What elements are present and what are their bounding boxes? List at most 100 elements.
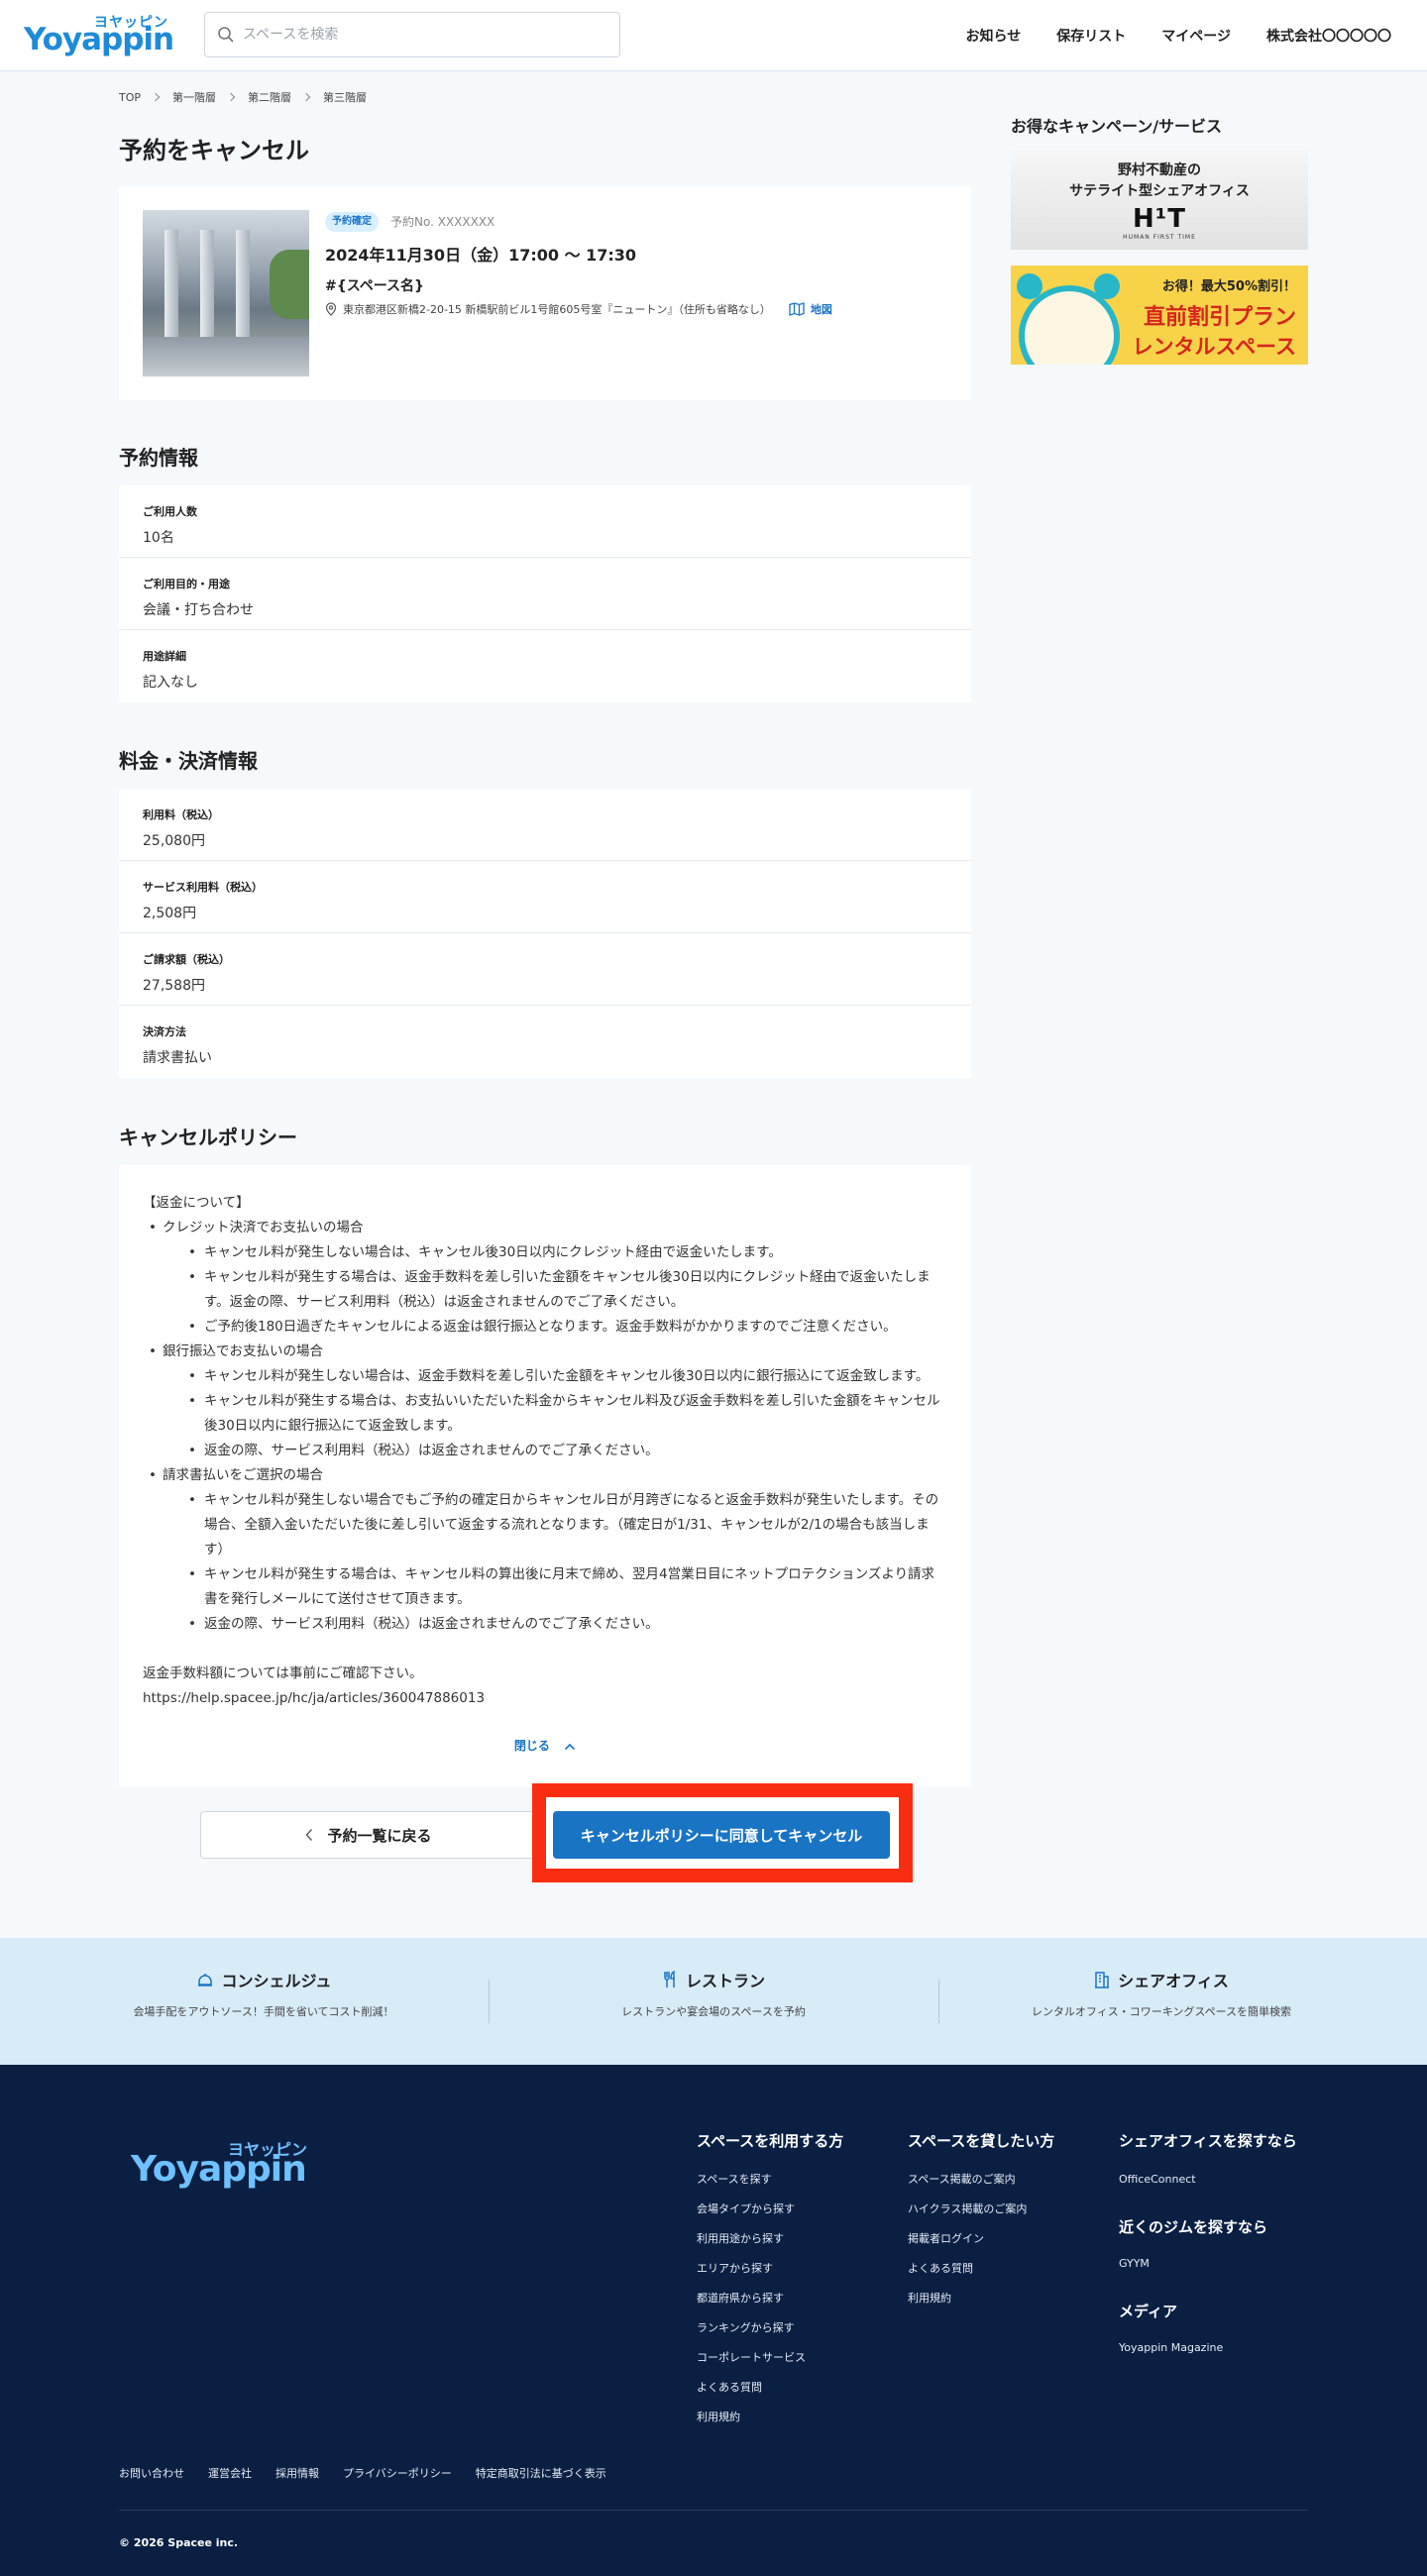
divider: [489, 1980, 490, 2023]
chevron-left-icon: [305, 1828, 313, 1842]
address-text: 東京都港区新橋2-20-15 新橋駅前ビル1号館605号室『ニュートン』（住所も…: [343, 303, 771, 316]
policy-item: 返金の際、サービス利用料（税込）は返金されませんのでご了承ください。: [182, 1612, 947, 1637]
row-value: 27,588円: [143, 978, 205, 994]
info-row: サービス利用料（税込） 2,508円: [119, 861, 971, 933]
nav-company[interactable]: 株式会社〇〇〇〇〇: [1266, 26, 1391, 46]
row-value: 会議・打ち合わせ: [143, 602, 254, 618]
footer-link[interactable]: 採用情報: [275, 2465, 319, 2481]
footer-link[interactable]: プライバシーポリシー: [343, 2465, 452, 2481]
map-icon: [789, 302, 805, 316]
breadcrumb-item[interactable]: 第二階層: [248, 89, 291, 105]
policy-help-url[interactable]: https://help.spacee.jp/hc/ja/articles/36…: [143, 1686, 947, 1711]
footer-logo[interactable]: ヨヤッピン Yoyappin: [131, 2136, 307, 2198]
service-subtitle: レストランや宴会場のスペースを予約: [621, 2005, 806, 2018]
row-value: 25,080円: [143, 833, 205, 849]
policy-list: クレジット決済でお支払いの場合 キャンセル料が発生しない場合は、キャンセル後30…: [143, 1216, 947, 1637]
policy-item: キャンセル料が発生する場合は、返金手数料を差し引いた金額をキャンセル後30日以内…: [182, 1265, 947, 1315]
banner-text: 野村不動産の サテライト型シェアオフィス: [1011, 161, 1308, 202]
nav-saved-list[interactable]: 保存リスト: [1056, 26, 1126, 46]
service-subtitle: 会場手配をアウトソース！手間を省いてコスト削減！: [133, 2005, 394, 2018]
policy-heading: 【返金について】: [143, 1195, 250, 1211]
policy-item: キャンセル料が発生しない場合は、返金手数料を差し引いた金額をキャンセル後30日以…: [182, 1364, 947, 1389]
search-box[interactable]: [204, 12, 620, 57]
footer-link[interactable]: OfficeConnect: [1119, 2165, 1297, 2195]
policy-item: キャンセル料が発生しない場合は、キャンセル後30日以内にクレジット経由で返金いた…: [182, 1240, 947, 1265]
concierge-icon: [197, 1974, 212, 1986]
footer-link[interactable]: ハイクラス掲載のご案内: [908, 2195, 1054, 2224]
footer-link[interactable]: 掲載者ログイン: [908, 2224, 1054, 2254]
footer-link[interactable]: よくある質問: [908, 2254, 1054, 2284]
footer-col-title: メディア: [1119, 2303, 1177, 2320]
nav-mypage[interactable]: マイページ: [1161, 26, 1231, 46]
space-name[interactable]: #{スペース名}: [325, 275, 424, 295]
row-value: 10名: [143, 530, 174, 546]
row-label: ご利用人数: [143, 505, 197, 518]
copyright: © 2026 Spacee inc.: [119, 2536, 239, 2549]
footer-divider: [119, 2510, 1308, 2511]
breadcrumb-item[interactable]: 第一階層: [172, 89, 216, 105]
info-row: ご請求額（税込） 27,588円: [119, 933, 971, 1006]
site-header: ヨヤッピン Yoyappin お知らせ 保存リスト マイページ 株式会社〇〇〇〇…: [0, 0, 1427, 71]
footer-bottom-links: お問い合わせ 運営会社 採用情報 プライバシーポリシー 特定商取引法に基づく表示: [119, 2465, 606, 2481]
footer-link[interactable]: 利用規約: [908, 2284, 1054, 2313]
reservation-info-list: ご利用人数 10名 ご利用目的・用途 会議・打ち合わせ 用途詳細 記入なし: [119, 485, 971, 702]
policy-section: クレジット決済でお支払いの場合 キャンセル料が発生しない場合は、キャンセル後30…: [143, 1216, 947, 1340]
page-title: 予約をキャンセル: [119, 137, 309, 164]
restaurant-icon: [664, 1971, 675, 1987]
breadcrumb-item[interactable]: TOP: [119, 91, 141, 104]
row-label: サービス利用料（税込）: [143, 881, 263, 894]
divider: [938, 1980, 939, 2023]
service-title: レストラン: [685, 1972, 765, 1990]
search-input[interactable]: [243, 23, 600, 47]
site-logo[interactable]: ヨヤッピン Yoyappin: [24, 12, 174, 57]
footer-col-hosts: スペースを貸したい方 スペース掲載のご案内 ハイクラス掲載のご案内 掲載者ログイ…: [908, 2130, 1054, 2313]
banner-brand: H¹T: [1133, 204, 1186, 234]
banner-subtext: HUMAN FIRST TIME: [1123, 234, 1196, 241]
share-office-banner[interactable]: 野村不動産の サテライト型シェアオフィス H¹T HUMAN FIRST TIME: [1011, 151, 1308, 250]
footer-link[interactable]: コーポレートサービス: [697, 2343, 843, 2373]
footer-link[interactable]: GYYM: [1119, 2249, 1297, 2279]
agree-and-cancel-button[interactable]: キャンセルポリシーに同意してキャンセル: [553, 1811, 890, 1859]
footer-link[interactable]: 運営会社: [208, 2465, 252, 2481]
reservation-datetime: 2024年11月30日（金）17:00 〜 17:30: [325, 246, 637, 265]
footer-link[interactable]: スペース掲載のご案内: [908, 2165, 1054, 2195]
thumbnail-detail: [270, 250, 309, 319]
search-icon: [218, 27, 234, 43]
policy-section-title: クレジット決済でお支払いの場合: [163, 1220, 364, 1235]
reservation-info-title: 予約情報: [119, 446, 198, 470]
footer-link[interactable]: 特定商取引法に基づく表示: [476, 2465, 606, 2481]
footer-col-other: シェアオフィスを探すなら OfficeConnect 近くのジムを探すなら GY…: [1119, 2130, 1297, 2363]
map-link[interactable]: 地図: [789, 301, 832, 317]
footer-link[interactable]: ランキングから探す: [697, 2313, 843, 2343]
space-thumbnail[interactable]: [143, 210, 309, 376]
footer-link[interactable]: 利用規約: [697, 2403, 843, 2432]
payment-info-list: 利用料（税込） 25,080円 サービス利用料（税込） 2,508円 ご請求額（税込…: [119, 789, 971, 1078]
back-to-list-button[interactable]: 予約一覧に戻る: [200, 1811, 537, 1859]
footer-link[interactable]: Yoyappin Magazine: [1119, 2333, 1297, 2363]
payment-info-title: 料金・決済情報: [119, 749, 258, 773]
close-policy-link[interactable]: 閉じる: [119, 1734, 971, 1759]
banner-line: レンタルスペース: [1132, 335, 1296, 359]
footer-link[interactable]: 都道府県から探す: [697, 2284, 843, 2313]
discount-plan-banner[interactable]: お得！最大50%割引！ 直前割引プラン レンタルスペース: [1011, 266, 1308, 365]
footer-link[interactable]: お問い合わせ: [119, 2465, 184, 2481]
service-restaurant[interactable]: レストラン レストランや宴会場のスペースを予約: [525, 1968, 902, 2019]
policy-item: 返金の際、サービス利用料（税込）は返金されませんのでご了承ください。: [182, 1439, 947, 1463]
info-row: ご利用人数 10名: [119, 485, 971, 558]
service-concierge[interactable]: コンシェルジュ 会場手配をアウトソース！手間を省いてコスト削減！: [75, 1968, 452, 2019]
logo-text: Yoyappin: [24, 22, 174, 57]
breadcrumb: TOP 第一階層 第二階層 第三階層: [119, 89, 367, 105]
service-title: シェアオフィス: [1118, 1972, 1229, 1990]
close-label: 閉じる: [513, 1739, 550, 1753]
footer-link[interactable]: よくある質問: [697, 2373, 843, 2403]
footer-col-title: スペースを貸したい方: [908, 2132, 1055, 2150]
service-share-office[interactable]: シェアオフィス レンタルオフィス・コワーキングスペースを簡単検索: [973, 1968, 1350, 2019]
nav-news[interactable]: お知らせ: [966, 26, 1022, 46]
footer-link[interactable]: スペースを探す: [697, 2165, 843, 2195]
footer-link[interactable]: エリアから探す: [697, 2254, 843, 2284]
reservation-card: 予約確定 予約No. XXXXXXX 2024年11月30日（金）17:00 〜…: [119, 186, 971, 400]
footer-link[interactable]: 利用用途から探す: [697, 2224, 843, 2254]
banner-line: サテライト型シェアオフィス: [1069, 183, 1250, 199]
footer-col-title: 近くのジムを探すなら: [1119, 2218, 1268, 2236]
footer-link[interactable]: 会場タイプから探す: [697, 2195, 843, 2224]
